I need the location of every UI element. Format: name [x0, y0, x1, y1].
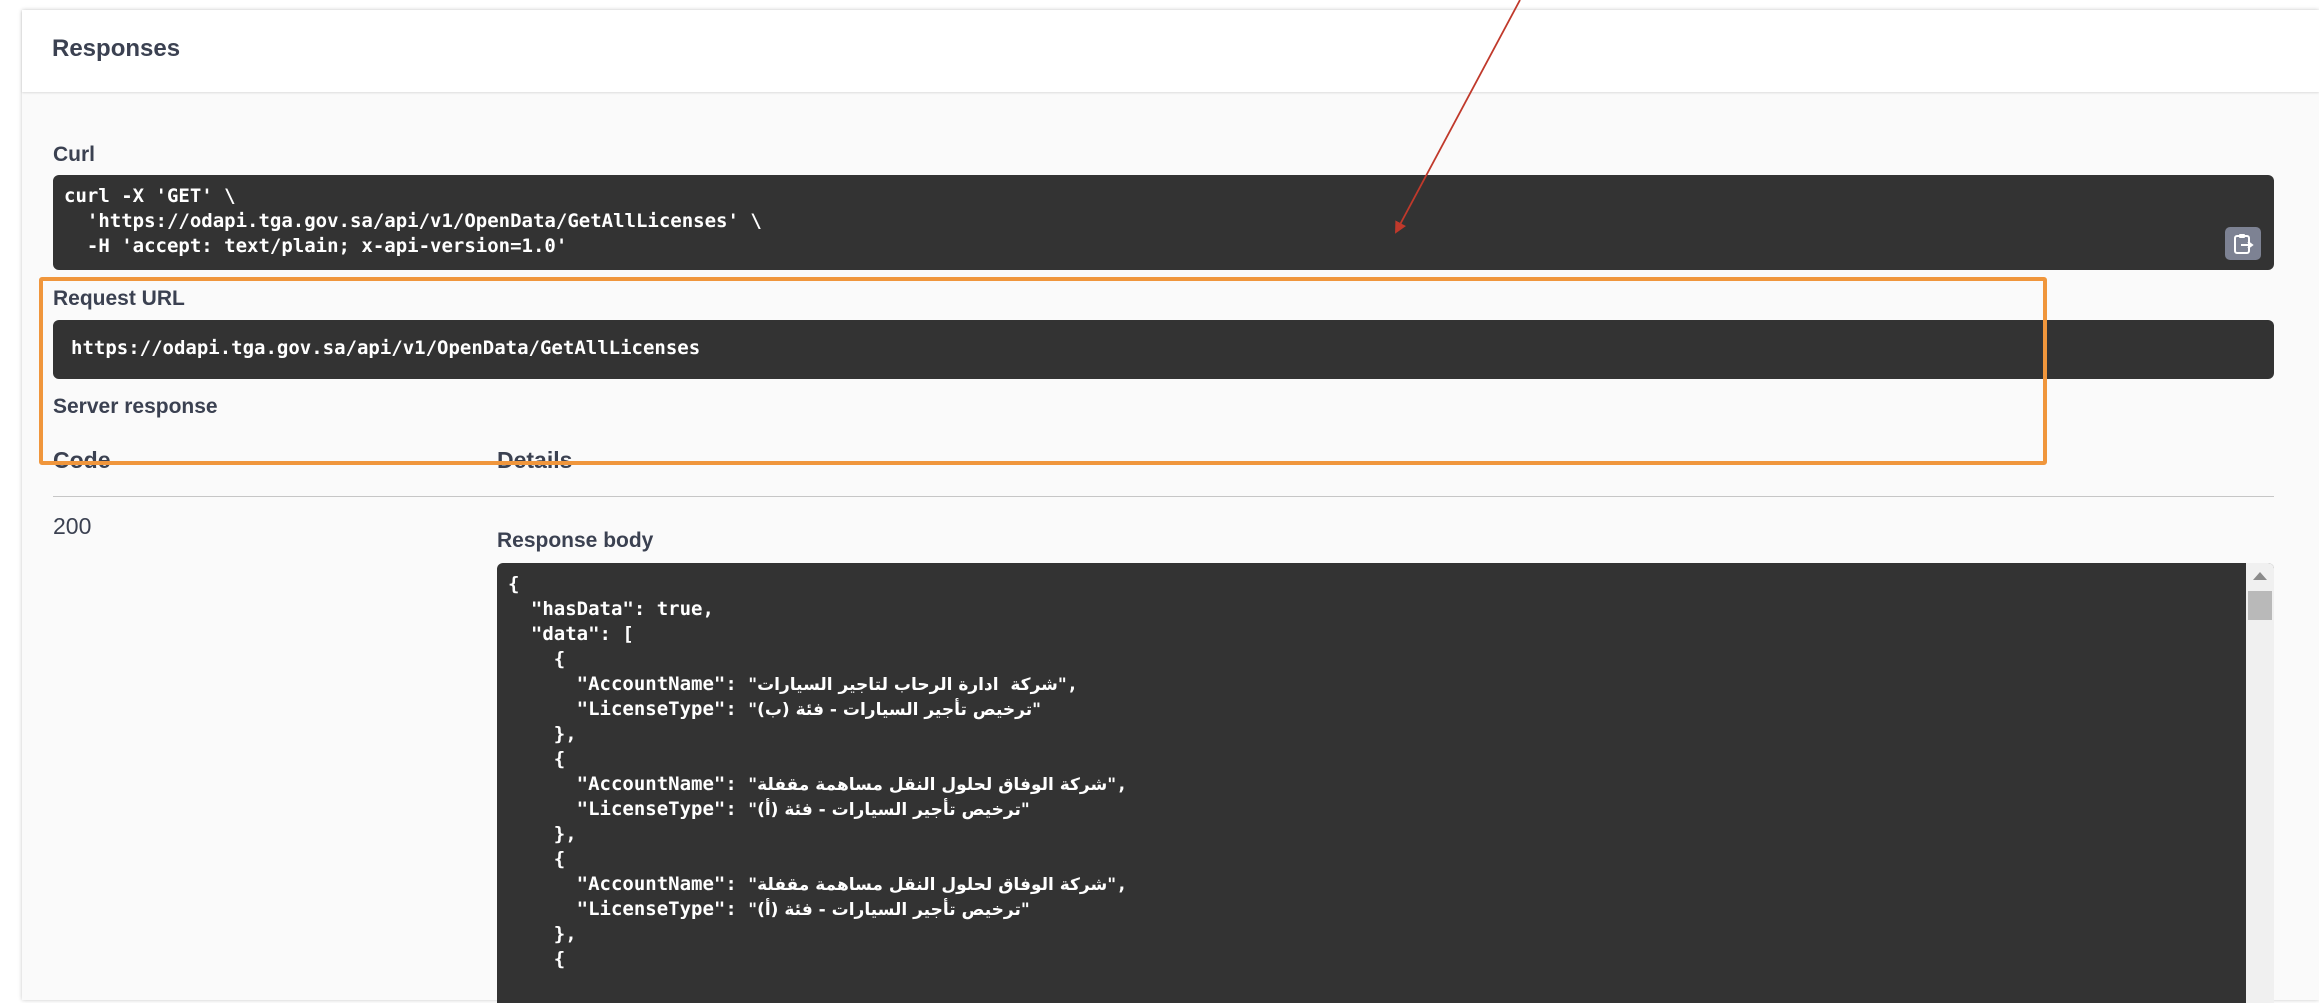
- json-key: "LicenseType":: [508, 698, 749, 720]
- response-body-label: Response body: [497, 529, 654, 552]
- json-line: {: [508, 847, 565, 872]
- json-value: {: [553, 748, 566, 770]
- json-line: "LicenseType": "ترخيص تأجير السيارات - ف…: [508, 697, 1041, 722]
- json-line: {: [508, 947, 565, 972]
- json-line: "LicenseType": "ترخيص تأجير السيارات - ف…: [508, 797, 1030, 822]
- json-line: },: [508, 722, 577, 747]
- code-column-header: Code: [53, 447, 111, 473]
- json-punct: ,: [1066, 673, 1079, 695]
- json-line: "AccountName": "شركة ادارة الرحاب لتاجير…: [508, 672, 1079, 697]
- table-header-divider: [53, 496, 2274, 497]
- responses-header: Responses: [22, 10, 2319, 92]
- json-line: "AccountName": "شركة الوفاق لحلول النقل …: [508, 872, 1128, 897]
- scrollbar-thumb[interactable]: [2248, 591, 2272, 620]
- json-line: },: [508, 822, 577, 847]
- json-value: },: [553, 823, 577, 845]
- curl-label: Curl: [53, 143, 95, 166]
- json-value: {: [553, 948, 566, 970]
- json-value: "ترخيص تأجير السيارات - فئة (أ)": [748, 800, 1030, 820]
- json-line: "LicenseType": "ترخيص تأجير السيارات - ف…: [508, 897, 1030, 922]
- clipboard-icon: [2234, 233, 2254, 254]
- json-line: "AccountName": "شركة الوفاق لحلول النقل …: [508, 772, 1128, 797]
- json-line: "hasData": true,: [508, 597, 714, 622]
- response-status-code: 200: [53, 513, 92, 539]
- json-value: "ترخيص تأجير السيارات - فئة (ب)": [748, 700, 1041, 720]
- response-body-block[interactable]: { "hasData": true, "data": [ { "AccountN…: [497, 563, 2274, 1003]
- json-line: },: [508, 922, 577, 947]
- json-key: "hasData":: [508, 598, 657, 620]
- scroll-up-arrow-icon[interactable]: [2253, 572, 2267, 580]
- json-value: "شركة ادارة الرحاب لتاجير السيارات": [748, 675, 1067, 695]
- json-punct: ,: [1116, 873, 1128, 895]
- request-url-label: Request URL: [53, 287, 185, 310]
- curl-command-block[interactable]: curl -X 'GET' \ 'https://odapi.tga.gov.s…: [53, 175, 2274, 270]
- curl-command-text[interactable]: curl -X 'GET' \ 'https://odapi.tga.gov.s…: [64, 184, 762, 259]
- copy-to-clipboard-button[interactable]: [2225, 227, 2261, 260]
- responses-title: Responses: [52, 35, 181, 62]
- json-key: "AccountName":: [508, 673, 749, 695]
- json-punct: ,: [702, 598, 714, 620]
- json-key: "LicenseType":: [508, 898, 749, 920]
- json-value: "شركة الوفاق لحلول النقل مساهمة مقفلة": [748, 775, 1117, 795]
- json-value: },: [553, 723, 577, 745]
- json-value: {: [508, 573, 520, 595]
- json-key: "data":: [508, 623, 623, 645]
- json-line: {: [508, 747, 565, 772]
- json-key: "AccountName":: [508, 873, 749, 895]
- json-key: "AccountName":: [508, 773, 749, 795]
- json-line: {: [508, 572, 519, 597]
- json-line: {: [508, 647, 565, 672]
- json-value: {: [553, 648, 566, 670]
- response-body-scrollbar[interactable]: [2246, 563, 2274, 1003]
- json-value: true: [656, 598, 703, 620]
- request-url-block[interactable]: https://odapi.tga.gov.sa/api/v1/OpenData…: [53, 320, 2274, 379]
- json-value: },: [553, 923, 577, 945]
- json-key: "LicenseType":: [508, 798, 749, 820]
- json-value: "ترخيص تأجير السيارات - فئة (أ)": [748, 900, 1030, 920]
- json-value: "شركة الوفاق لحلول النقل مساهمة مقفلة": [748, 875, 1117, 895]
- json-value: [: [622, 623, 634, 645]
- json-punct: ,: [1116, 773, 1128, 795]
- request-url-value[interactable]: https://odapi.tga.gov.sa/api/v1/OpenData…: [71, 337, 700, 359]
- json-line: "data": [: [508, 622, 634, 647]
- details-column-header: Details: [497, 447, 573, 473]
- server-response-label: Server response: [53, 395, 218, 418]
- json-value: {: [553, 848, 566, 870]
